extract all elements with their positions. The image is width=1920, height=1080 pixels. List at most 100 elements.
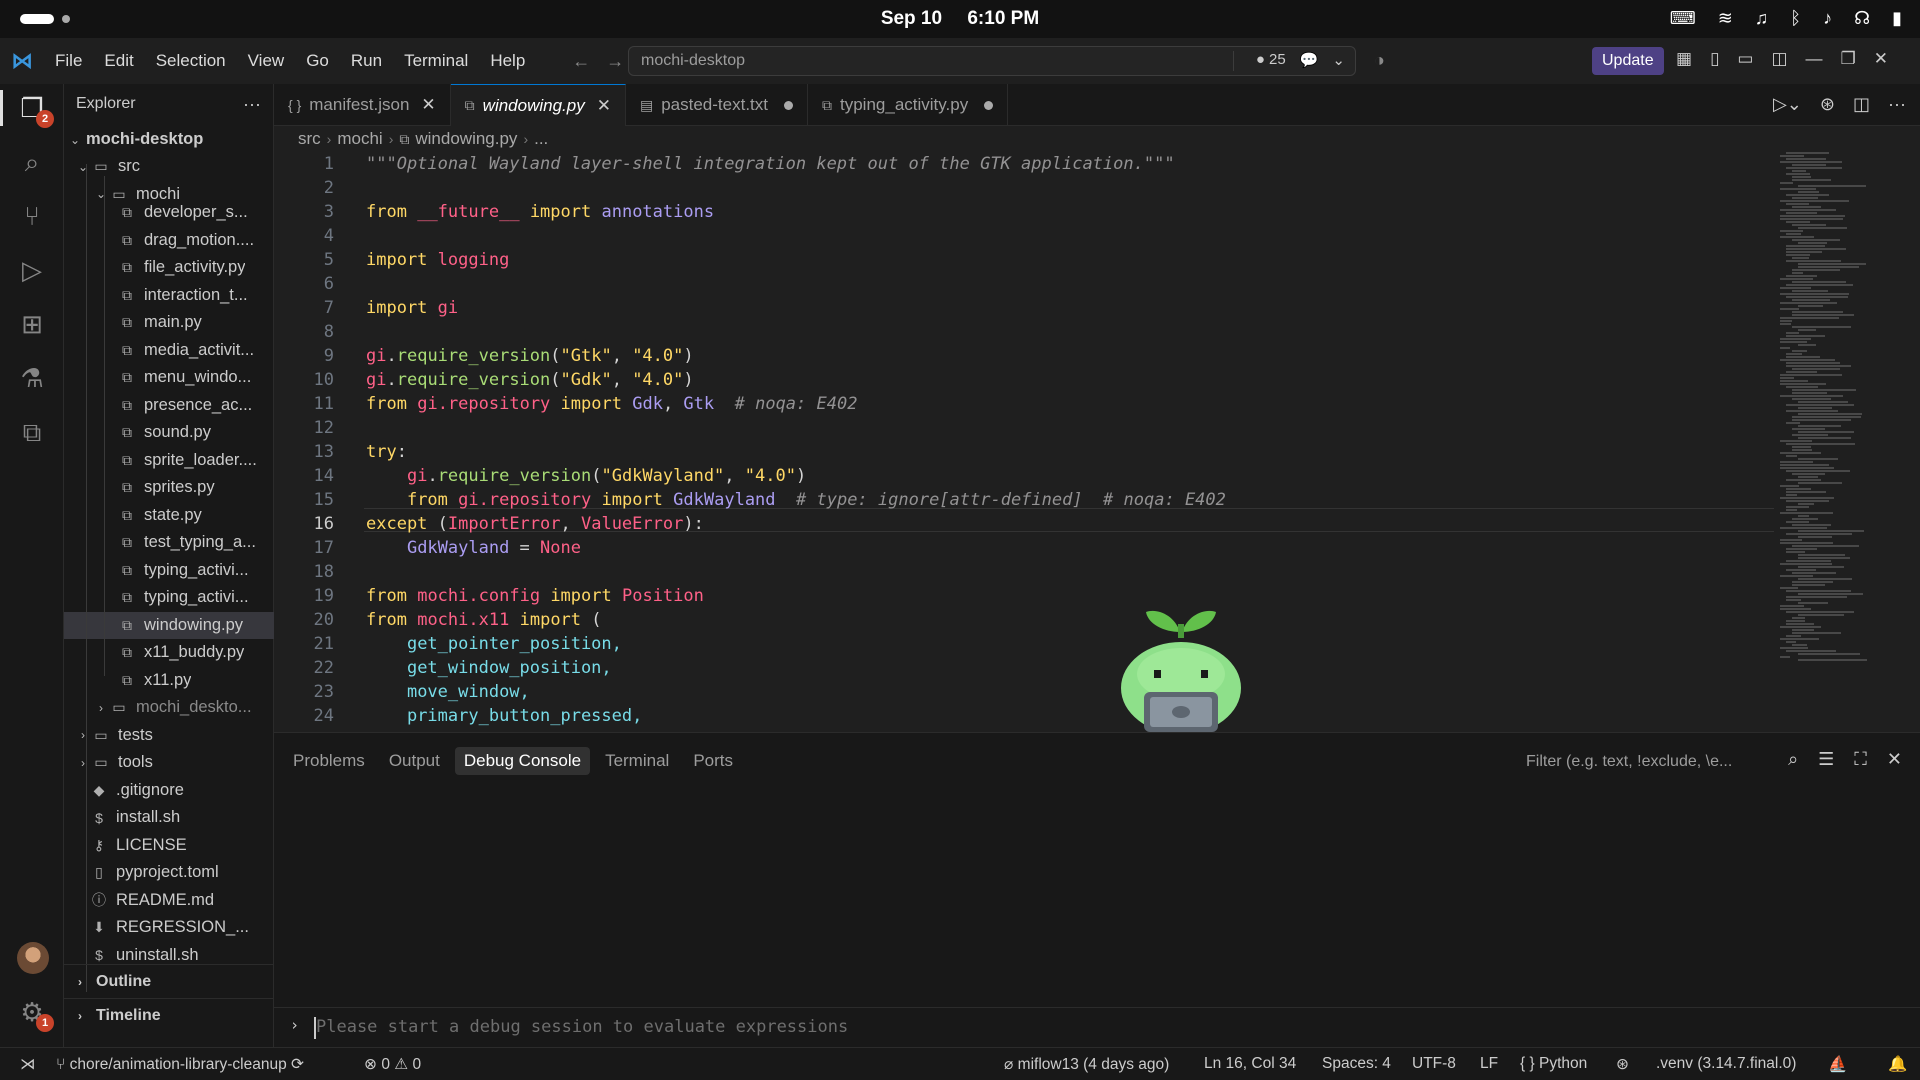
close-window-icon[interactable]: ✕ <box>1874 49 1888 69</box>
extensions-icon[interactable]: ⊞ <box>14 306 50 342</box>
menu-help[interactable]: Help <box>479 51 536 71</box>
run-debug-icon[interactable]: ▷ <box>14 252 50 288</box>
tree-item[interactable]: ⧉ typing_activi... <box>64 584 274 611</box>
headphones-icon[interactable]: ☊ <box>1854 8 1870 29</box>
tree-item[interactable]: ⧉ menu_windo... <box>64 364 274 391</box>
tree-item[interactable]: ⧉ x11_buddy.py <box>64 639 274 666</box>
tree-item[interactable]: › ▭ tools <box>64 749 274 776</box>
clear-console-icon[interactable]: ☰ <box>1818 749 1834 770</box>
command-center[interactable]: mochi-desktop ● 25 💬 ⌄ <box>628 46 1356 76</box>
tab-windowing-py[interactable]: ⧉ windowing.py ✕ <box>450 84 626 126</box>
tab-typing-activity-py[interactable]: ⧉ typing_activity.py <box>808 84 1009 126</box>
tab-output[interactable]: Output <box>380 747 449 775</box>
more-actions-icon[interactable]: ··· <box>243 94 261 115</box>
tree-item[interactable]: ⧉ x11.py <box>64 667 274 694</box>
branch-status[interactable]: ⑂ chore/animation-library-cleanup ⟳ <box>56 1055 304 1074</box>
toggle-sidebar-icon[interactable]: ▯ <box>1710 49 1719 69</box>
menu-edit[interactable]: Edit <box>93 51 144 71</box>
breadcrumb-mochi[interactable]: mochi <box>337 129 382 149</box>
maximize-panel-icon[interactable]: ⛶ <box>1854 749 1867 770</box>
unsaved-dot-icon[interactable] <box>984 100 994 110</box>
close-panel-icon[interactable]: ✕ <box>1887 749 1902 770</box>
encoding-status[interactable]: UTF-8 <box>1412 1055 1456 1073</box>
tree-item[interactable]: ⧉ sound.py <box>64 419 274 446</box>
problems-status[interactable]: ⊗ 0 ⚠ 0 <box>364 1055 421 1074</box>
customize-layout-icon[interactable]: ▦ <box>1676 49 1692 69</box>
tree-item[interactable]: ⧉ windowing.py <box>64 611 274 639</box>
search-icon[interactable]: ⌕ <box>14 144 50 180</box>
tree-item[interactable]: ▯ pyproject.toml <box>64 859 274 886</box>
notifications-off-icon[interactable]: ♫ <box>1755 8 1769 29</box>
tree-item[interactable]: › ▭ mochi_deskto... <box>64 694 274 721</box>
tree-item[interactable]: ◆ .gitignore <box>64 777 274 804</box>
tree-item[interactable]: ⧉ test_typing_a... <box>64 529 274 556</box>
tree-item[interactable]: ⧉ typing_activi... <box>64 557 274 584</box>
bluetooth-icon[interactable]: ᛒ <box>1790 8 1801 29</box>
menu-terminal[interactable]: Terminal <box>393 51 479 71</box>
tab-debug-console[interactable]: Debug Console <box>454 747 591 775</box>
tree-item[interactable]: ⧉ presence_ac... <box>64 392 274 419</box>
os-clock[interactable]: Sep 10 6:10 PM <box>0 8 1920 30</box>
tree-item[interactable]: › ▭ tests <box>64 722 274 749</box>
copilot-status-icon[interactable]: ⊛ <box>1616 1055 1629 1074</box>
debug-repl-input[interactable]: › Please start a debug session to evalua… <box>274 1007 1920 1047</box>
volume-icon[interactable]: ♪ <box>1823 8 1832 29</box>
run-python-icon[interactable]: ▷⌄ <box>1773 94 1802 115</box>
chat-icon[interactable]: 💬 <box>1300 51 1319 69</box>
close-icon[interactable]: ✕ <box>421 95 435 115</box>
tree-item[interactable]: ⚷ LICENSE <box>64 832 274 859</box>
tree-item[interactable]: ⧉ main.py <box>64 309 274 336</box>
cursor-position-status[interactable]: Ln 16, Col 34 <box>1204 1055 1296 1073</box>
tab-problems[interactable]: Problems <box>284 747 374 775</box>
wifi-icon[interactable]: ≋ <box>1718 8 1733 29</box>
battery-icon[interactable]: ▮ <box>1892 8 1902 29</box>
tree-item[interactable]: ⧉ state.py <box>64 502 274 529</box>
tab-pasted-text-txt[interactable]: ▤ pasted-text.txt <box>626 84 808 126</box>
tree-item[interactable]: ⬇ REGRESSION_... <box>64 914 274 941</box>
search-icon[interactable]: ⌕ <box>1788 749 1798 770</box>
eol-status[interactable]: LF <box>1480 1055 1498 1073</box>
python-icon[interactable]: ⧉ <box>14 414 50 450</box>
menu-run[interactable]: Run <box>340 51 393 71</box>
tree-item[interactable]: ⧉ media_activit... <box>64 337 274 364</box>
bell-icon[interactable]: 🔔 <box>1888 1055 1907 1074</box>
timeline-section[interactable]: › Timeline <box>64 998 274 1032</box>
back-arrow-icon[interactable]: ← <box>572 51 590 72</box>
close-icon[interactable]: ✕ <box>597 96 611 116</box>
toggle-secondary-sidebar-icon[interactable]: ◫ <box>1771 49 1787 69</box>
breadcrumb-src[interactable]: src <box>298 129 321 149</box>
explorer-icon[interactable]: ❐ 2 <box>0 90 54 128</box>
split-editor-icon[interactable]: ◫ <box>1853 94 1870 115</box>
debug-filter-input[interactable]: Filter (e.g. text, !exclude, \e... <box>1526 753 1732 771</box>
tree-item[interactable]: ⧉ sprites.py <box>64 474 274 501</box>
tree-item[interactable]: ⧉ developer_s... <box>64 199 274 226</box>
outline-section[interactable]: › Outline <box>64 964 274 998</box>
menu-file[interactable]: File <box>44 51 93 71</box>
remote-icon[interactable]: ⋊ <box>20 1055 36 1074</box>
dirty-files-indicator[interactable]: ● 25 <box>1256 51 1286 69</box>
menu-selection[interactable]: Selection <box>145 51 237 71</box>
source-control-icon[interactable]: ⑂ <box>14 198 50 234</box>
ports-icon[interactable]: ⛵ <box>1828 1055 1847 1074</box>
minimize-icon[interactable]: — <box>1806 49 1823 69</box>
account-avatar[interactable] <box>17 942 49 974</box>
tree-item[interactable]: ⓘ README.md <box>64 887 274 914</box>
copilot-chat-icon[interactable]: ⊛ <box>1820 94 1835 115</box>
tree-item[interactable]: $ install.sh <box>64 804 274 831</box>
breadcrumb-symbol[interactable]: ... <box>534 129 548 149</box>
copilot-icon[interactable]: ◑ <box>1374 50 1385 71</box>
testing-icon[interactable]: ⚗ <box>14 360 50 396</box>
minimap[interactable] <box>1780 152 1870 672</box>
indentation-status[interactable]: Spaces: 4 <box>1322 1055 1391 1073</box>
settings-gear-icon[interactable]: ⚙ 1 <box>14 994 54 1032</box>
toggle-panel-icon[interactable]: ▭ <box>1737 49 1753 69</box>
keyboard-icon[interactable]: ⌨ <box>1670 8 1696 29</box>
more-actions-icon[interactable]: ··· <box>1888 94 1906 115</box>
chevron-down-icon[interactable]: ⌄ <box>1332 51 1345 69</box>
tree-item[interactable]: ⧉ file_activity.py <box>64 254 274 281</box>
tree-item[interactable]: ⧉ drag_motion.... <box>64 227 274 254</box>
language-status[interactable]: { } Python <box>1520 1055 1587 1073</box>
menu-go[interactable]: Go <box>295 51 340 71</box>
mochi-mascot[interactable] <box>1116 594 1246 734</box>
tab-manifest-json[interactable]: { } manifest.json ✕ <box>274 84 451 126</box>
